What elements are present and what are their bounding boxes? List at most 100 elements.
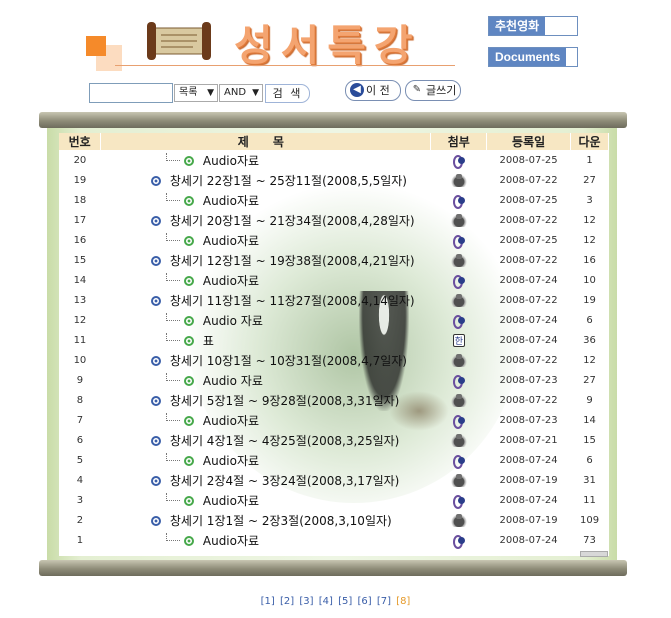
row-attach-cell — [431, 250, 487, 270]
page-link[interactable]: [6] — [357, 596, 371, 607]
table-row[interactable]: 2 창세기 1장1절 ~ 2장3절(2008,3,10일자) 2008-07-19 1… — [59, 510, 609, 530]
post-title-link[interactable]: Audio 자료 — [101, 372, 263, 388]
video-file-icon[interactable] — [450, 293, 467, 307]
search-input[interactable] — [89, 83, 173, 103]
page-link[interactable]: [4] — [319, 596, 333, 607]
table-row[interactable]: 9 Audio 자료 2008-07-23 27 — [59, 370, 609, 390]
row-hits: 27 — [583, 374, 596, 386]
row-number: 3 — [76, 494, 84, 506]
recommended-movies-link[interactable]: 추천영화 — [488, 16, 578, 36]
post-title-link[interactable]: Audio자료 — [101, 412, 259, 428]
video-file-icon[interactable] — [450, 393, 467, 407]
post-title: Audio자료 — [202, 453, 260, 468]
post-title: 표 — [202, 333, 214, 348]
audio-file-icon[interactable] — [451, 454, 467, 469]
table-row[interactable]: 13 창세기 11장1절 ~ 11장27절(2008,4,14일자) 2008-07… — [59, 290, 609, 310]
table-row[interactable]: 1 Audio자료 2008-07-24 73 — [59, 530, 609, 550]
audio-file-icon[interactable] — [451, 234, 467, 249]
row-date: 2008-07-25 — [499, 154, 558, 166]
video-file-icon[interactable] — [450, 173, 467, 187]
post-title-link[interactable]: Audio자료 — [101, 452, 260, 468]
table-row[interactable]: 4 창세기 2장4절 ~ 3장24절(2008,3,17일자) 2008-07-19… — [59, 470, 609, 490]
audio-file-icon[interactable] — [451, 194, 467, 209]
audio-file-icon[interactable] — [451, 534, 467, 549]
row-hits: 3 — [586, 194, 593, 206]
video-file-icon[interactable] — [450, 213, 467, 227]
search-button[interactable]: 검 색 — [265, 84, 310, 103]
video-file-icon[interactable] — [450, 253, 467, 267]
search-field-select[interactable]: 목록 ▼ — [174, 84, 218, 102]
post-title-link[interactable]: 창세기 20장1절 ~ 21장34절(2008,4,28일자) — [101, 214, 415, 228]
table-row[interactable]: 11 표 2008-07-24 36 — [59, 330, 609, 350]
video-file-icon[interactable] — [450, 353, 467, 367]
post-title-link[interactable]: Audio자료 — [101, 232, 259, 248]
table-row[interactable]: 3 Audio자료 2008-07-24 11 — [59, 490, 609, 510]
post-bullet-icon — [150, 515, 161, 526]
post-title-link[interactable]: Audio자료 — [101, 192, 259, 208]
audio-file-icon[interactable] — [451, 154, 467, 169]
page-link[interactable]: [8] — [396, 596, 410, 607]
table-row[interactable]: 5 Audio자료 2008-07-24 6 — [59, 450, 609, 470]
post-title-link[interactable]: 창세기 10장1절 ~ 10장31절(2008,4,7일자) — [101, 354, 407, 368]
scrollbar[interactable] — [580, 551, 608, 557]
doc-file-icon[interactable] — [452, 333, 465, 347]
post-title-link[interactable]: 창세기 4장1절 ~ 4장25절(2008,3,25일자) — [101, 434, 399, 448]
page-link[interactable]: [7] — [377, 596, 391, 607]
audio-file-icon[interactable] — [451, 314, 467, 329]
row-date: 2008-07-23 — [499, 414, 558, 426]
post-bullet-icon — [150, 175, 161, 186]
table-row[interactable]: 14 Audio자료 2008-07-24 10 — [59, 270, 609, 290]
table-row[interactable]: 6 창세기 4장1절 ~ 4장25절(2008,3,25일자) 2008-07-21… — [59, 430, 609, 450]
post-title-link[interactable]: Audio 자료 — [101, 312, 263, 328]
row-title-cell: Audio자료 — [101, 410, 431, 430]
post-title-link[interactable]: 창세기 1장1절 ~ 2장3절(2008,3,10일자) — [101, 514, 392, 528]
post-title-link[interactable]: 창세기 5장1절 ~ 9장28절(2008,3,31일자) — [101, 394, 399, 408]
search-operator-select[interactable]: AND ▼ — [219, 84, 263, 102]
post-title-link[interactable]: 창세기 12장1절 ~ 19장38절(2008,4,21일자) — [101, 254, 415, 268]
post-title-link[interactable]: 표 — [101, 332, 214, 348]
audio-file-icon[interactable] — [451, 374, 467, 389]
row-date: 2008-07-19 — [499, 514, 558, 526]
write-button[interactable]: ✎ 글쓰기 — [405, 80, 461, 101]
page-link[interactable]: [2] — [280, 596, 294, 607]
post-title-link[interactable]: Audio자료 — [101, 492, 259, 508]
video-file-icon[interactable] — [450, 433, 467, 447]
audio-file-icon[interactable] — [451, 274, 467, 289]
page-link[interactable]: [1] — [261, 596, 275, 607]
previous-button[interactable]: ◀ 이 전 — [345, 80, 401, 101]
row-hits: 16 — [583, 254, 596, 266]
post-title-link[interactable]: Audio자료 — [101, 272, 259, 288]
header-attach: 첨부 — [430, 133, 488, 150]
post-title-link[interactable]: Audio자료 — [101, 152, 259, 168]
table-row[interactable]: 12 Audio 자료 2008-07-24 6 — [59, 310, 609, 330]
post-title-link[interactable]: 창세기 2장4절 ~ 3장24절(2008,3,17일자) — [101, 474, 399, 488]
table-row[interactable]: 19 창세기 22장1절 ~ 25장11절(2008,5,5일자) 2008-07-… — [59, 170, 609, 190]
audio-file-icon[interactable] — [451, 494, 467, 509]
post-title-link[interactable]: 창세기 22장1절 ~ 25장11절(2008,5,5일자) — [101, 174, 407, 188]
row-number: 18 — [73, 194, 87, 206]
table-row[interactable]: 18 Audio자료 2008-07-25 3 — [59, 190, 609, 210]
row-title-cell: Audio자료 — [101, 190, 431, 210]
board-list-panel: 번호 제 목 첨부 등록일 다운 20 Audio자료 2008-07-25 1 19 창… — [59, 133, 609, 556]
table-row[interactable]: 16 Audio자료 2008-07-25 12 — [59, 230, 609, 250]
audio-file-icon[interactable] — [451, 414, 467, 429]
documents-link[interactable]: Documents — [488, 47, 578, 67]
dropdown-arrow-icon: ▼ — [207, 88, 214, 98]
row-date: 2008-07-25 — [499, 194, 558, 206]
video-file-icon[interactable] — [450, 473, 467, 487]
table-row[interactable]: 8 창세기 5장1절 ~ 9장28절(2008,3,31일자) 2008-07-22… — [59, 390, 609, 410]
header-num: 번호 — [59, 133, 102, 150]
post-title-link[interactable]: Audio자료 — [101, 532, 259, 548]
row-attach-cell — [431, 510, 487, 530]
post-title-link[interactable]: 창세기 11장1절 ~ 11장27절(2008,4,14일자) — [101, 294, 415, 308]
table-row[interactable]: 20 Audio자료 2008-07-25 1 — [59, 150, 609, 170]
row-number: 17 — [73, 214, 87, 226]
table-row[interactable]: 7 Audio자료 2008-07-23 14 — [59, 410, 609, 430]
page-link[interactable]: [3] — [299, 596, 313, 607]
video-file-icon[interactable] — [450, 513, 467, 527]
table-row[interactable]: 15 창세기 12장1절 ~ 19장38절(2008,4,21일자) 2008-07… — [59, 250, 609, 270]
table-row[interactable]: 10 창세기 10장1절 ~ 10장31절(2008,4,7일자) 2008-07-… — [59, 350, 609, 370]
page-link[interactable]: [5] — [338, 596, 352, 607]
row-number: 10 — [73, 354, 87, 366]
table-row[interactable]: 17 창세기 20장1절 ~ 21장34절(2008,4,28일자) 2008-07… — [59, 210, 609, 230]
